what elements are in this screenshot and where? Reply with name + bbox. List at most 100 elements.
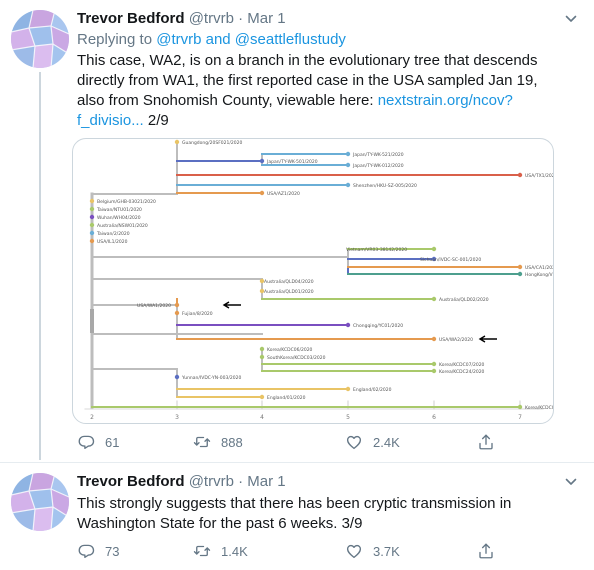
tweet-2[interactable]: Trevor Bedford @trvrb · Mar 1 This stron… — [0, 463, 594, 570]
tweet-header: Trevor Bedford @trvrb · Mar 1 — [77, 10, 286, 27]
x-tick-label: 5 — [346, 414, 350, 421]
tree-tip-node — [345, 151, 351, 157]
tree-tip-node — [259, 354, 265, 360]
author-handle[interactable]: @trvrb — [189, 10, 234, 27]
tree-tip-node — [89, 214, 95, 220]
reply-action[interactable]: 61 — [77, 433, 119, 451]
avatar[interactable] — [11, 473, 69, 531]
reply-icon — [78, 435, 95, 450]
tip-label: Australia/QLD04/2020 — [264, 279, 314, 285]
tweet-header: Trevor Bedford @trvrb · Mar 1 — [77, 473, 286, 490]
tip-label: HongKong/VM20001061/2020 — [525, 272, 553, 278]
tweet-text-line: directly from WA1, the first reported ca… — [77, 72, 538, 89]
tweet-1[interactable]: Trevor Bedford @trvrb · Mar 1 Replying t… — [0, 0, 594, 460]
tip-label: England/01/2020 — [267, 395, 306, 401]
tree-tip-node — [174, 302, 180, 308]
tree-tip-node — [431, 361, 437, 367]
separator-dot: · — [238, 10, 244, 27]
like-action[interactable]: 3.7K — [345, 542, 400, 560]
tweet-actions: 61 888 2.4K — [77, 433, 517, 453]
tip-label: Australia/QLD01/2020 — [264, 289, 314, 295]
annotation-arrow — [222, 301, 241, 309]
phylogenetic-tree: 2 3 4 5 6 7 Guangdong/20SF021/2020 Japan/TY-WK-… — [84, 139, 553, 421]
reply-count: 61 — [105, 434, 120, 450]
reply-icon — [78, 544, 95, 559]
tip-label: Australia/QLD02/2020 — [439, 297, 489, 303]
tree-tip-node — [174, 374, 180, 380]
retweet-icon — [193, 545, 211, 557]
tweet-text: This strongly suggests that there has be… — [77, 494, 582, 534]
tip-label: Vietnam/VR03-38142/2020 — [346, 247, 407, 253]
tip-label: USA/WA1/2020 — [137, 303, 171, 309]
tip-label: Korea/KCDC24/2020 — [439, 369, 485, 375]
tree-tip-node — [89, 206, 95, 212]
tip-label: Sichuan/IVDC-SC-001/2020 — [420, 257, 481, 263]
tip-label: Korea/KCDC07/2020 — [439, 362, 485, 368]
tree-tip-node — [345, 322, 351, 328]
retweet-action[interactable]: 1.4K — [193, 542, 248, 560]
tweet-text-line: This strongly suggests that there has be… — [77, 495, 512, 512]
tree-tip-node — [174, 310, 180, 316]
tweet-text-line: f_divisio... 2/9 — [77, 111, 582, 131]
thread-count: 2/9 — [147, 112, 169, 129]
tree-tip-node — [259, 190, 265, 196]
tip-label: Japan/TY-WK-521/2020 — [352, 152, 404, 158]
tweet-text: This case, WA2, is on a branch in the ev… — [77, 51, 582, 131]
tip-label: Taiwan/NTU01/2020 — [96, 207, 142, 213]
x-tick-label: 7 — [518, 414, 522, 421]
like-count: 2.4K — [373, 434, 400, 450]
tweet-text-line: Washington State for the past 6 weeks. 3… — [77, 515, 363, 532]
avatar-image — [11, 10, 69, 68]
tip-label: Taiwan/2/2020 — [96, 231, 130, 237]
tip-label: USA/AZ1/2020 — [267, 191, 300, 197]
share-icon — [479, 434, 493, 450]
tree-tip-node — [259, 394, 265, 400]
avatar[interactable] — [11, 10, 69, 68]
retweet-count: 1.4K — [221, 543, 248, 559]
tree-tip-node — [345, 182, 351, 188]
author-name[interactable]: Trevor Bedford — [77, 473, 185, 490]
x-tick-label: 6 — [432, 414, 436, 421]
replying-to: Replying to @trvrb and @seattleflustudy — [77, 31, 346, 48]
chevron-down-icon[interactable] — [565, 13, 577, 25]
retweet-icon — [193, 436, 211, 448]
tree-tip-node — [259, 346, 265, 352]
tweet-text-line: This case, WA2, is on a branch in the ev… — [77, 52, 538, 69]
share-action[interactable] — [477, 542, 505, 560]
replying-to-handles[interactable]: @trvrb and @seattleflustudy — [156, 31, 346, 48]
chevron-down-icon[interactable] — [565, 476, 577, 488]
share-action[interactable] — [477, 433, 505, 451]
tree-tip-node — [89, 230, 95, 236]
tree-tip-node — [517, 264, 523, 270]
tip-label: Belgium/GHB-03021/2020 — [97, 199, 156, 205]
tree-image-card[interactable]: 2 3 4 5 6 7 Guangdong/20SF021/2020 Japan/TY-WK-… — [72, 138, 554, 424]
tree-tip-node — [259, 158, 265, 164]
retweet-action[interactable]: 888 — [193, 433, 243, 451]
tree-tip-node — [345, 386, 351, 392]
tree-tip-node — [431, 296, 437, 302]
tip-label: England/02/2020 — [353, 387, 392, 393]
tree-tip-node — [517, 404, 523, 410]
tree-tip-node — [89, 222, 95, 228]
tweet-date[interactable]: Mar 1 — [247, 473, 285, 490]
tip-label: SouthKorea/KCDC03/2020 — [267, 355, 326, 361]
x-tick-label: 4 — [260, 414, 264, 421]
author-handle[interactable]: @trvrb — [189, 473, 234, 490]
like-action[interactable]: 2.4K — [345, 433, 400, 451]
heart-icon — [346, 435, 362, 450]
tip-label: Korea/KCDC05/2020 — [525, 405, 553, 411]
retweet-count: 888 — [221, 434, 243, 450]
tip-label: Yunnan/IVDC-YN-003/2020 — [181, 375, 241, 381]
nextstrain-link-continued[interactable]: f_divisio... — [77, 112, 144, 129]
tree-tip-node — [517, 172, 523, 178]
tip-label: Chongqing/YC01/2020 — [353, 323, 403, 329]
reply-action[interactable]: 73 — [77, 542, 119, 560]
tip-label: Guangdong/20SF021/2020 — [182, 140, 243, 146]
nextstrain-link[interactable]: nextstrain.org/ncov? — [378, 92, 513, 109]
tweet-date[interactable]: Mar 1 — [247, 10, 285, 27]
tweet-text-line: also from Snohomish County, viewable her… — [77, 91, 582, 111]
x-tick-label: 2 — [90, 414, 94, 421]
tree-tip-node — [174, 139, 180, 145]
tree-tip-node — [345, 162, 351, 168]
author-name[interactable]: Trevor Bedford — [77, 10, 185, 27]
